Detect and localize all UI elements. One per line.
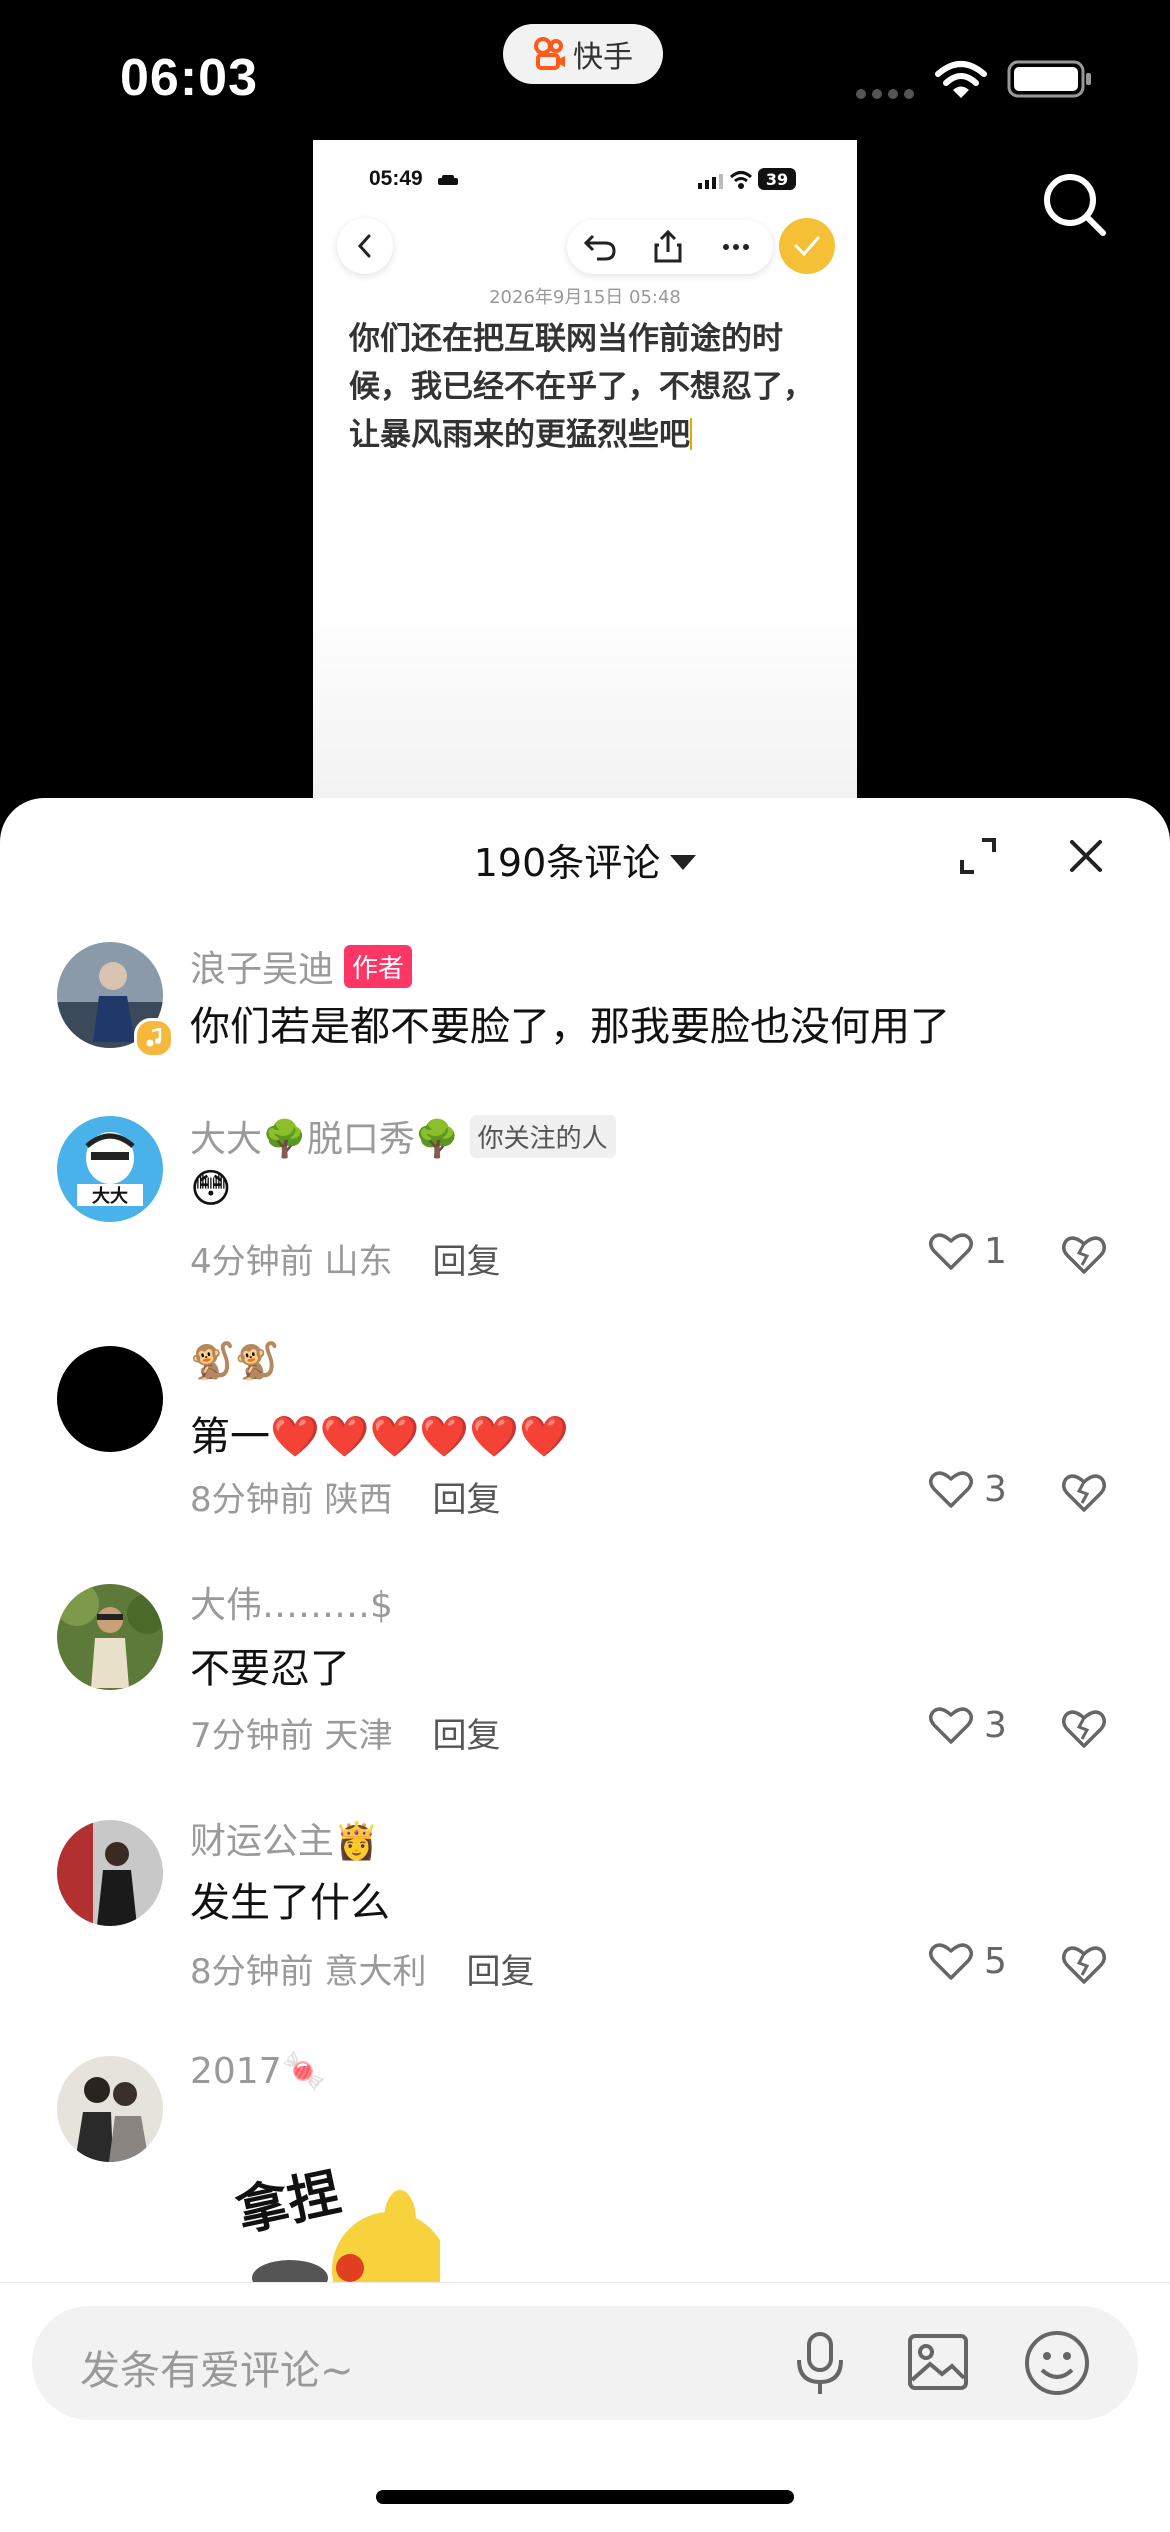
comment-meta: 7分钟前 天津 回复 xyxy=(190,1708,500,1757)
like-count: 3 xyxy=(984,1468,1007,1510)
share-icon[interactable] xyxy=(649,228,687,270)
comment-count-label: 190条评论 xyxy=(473,841,661,885)
comment-username[interactable]: 浪子吴迪 作者 xyxy=(190,940,413,992)
broken-heart-icon[interactable] xyxy=(1060,1706,1108,1750)
broken-heart-icon[interactable] xyxy=(1060,1232,1108,1276)
comment-text: 😳 xyxy=(190,1166,232,1212)
comment-location: 山东 xyxy=(324,1242,393,1282)
like-count: 3 xyxy=(984,1704,1007,1746)
username-text: 浪子吴迪 xyxy=(190,949,335,990)
microphone-icon[interactable] xyxy=(790,2328,850,2402)
reply-button[interactable]: 回复 xyxy=(432,1716,500,1756)
back-arrow-icon xyxy=(357,234,371,258)
check-icon xyxy=(794,236,820,257)
comment-input-placeholder[interactable]: 发条有爱评论~ xyxy=(80,2338,354,2396)
inner-wifi-icon xyxy=(729,170,753,194)
text-cursor xyxy=(690,418,692,450)
emoji-icon[interactable] xyxy=(1022,2328,1092,2402)
inner-status-time: 05:49 xyxy=(369,167,423,190)
more-icon[interactable] xyxy=(717,228,755,270)
like-count: 5 xyxy=(984,1940,1007,1982)
comment-text: 不要忍了 xyxy=(190,1646,350,1692)
like-count: 1 xyxy=(984,1230,1007,1272)
video-frame[interactable]: 05:49 39 2026年9月15日 05:48 你们还在把互联网当作前途的时… xyxy=(313,140,857,800)
inner-battery-icon: 39 xyxy=(758,168,796,190)
sticker-image: 拿捏 xyxy=(230,2150,440,2282)
avatar[interactable]: 大大 xyxy=(57,1116,163,1222)
comment-text: 第一❤️❤️❤️❤️❤️❤️ xyxy=(190,1414,569,1460)
avatar[interactable] xyxy=(57,1820,163,1926)
comment-location: 天津 xyxy=(324,1716,393,1756)
comment-location: 意大利 xyxy=(324,1952,427,1992)
like-button[interactable]: 3 xyxy=(928,1704,1007,1746)
app-indicator-pill[interactable]: 快手 xyxy=(503,24,663,84)
input-bar-divider xyxy=(0,2282,1170,2283)
comment-meta: 4分钟前 山东 回复 xyxy=(190,1234,500,1283)
username-text: 大大🌳脱口秀🌳 xyxy=(190,1119,460,1160)
comment-time: 8分钟前 xyxy=(190,1952,314,1992)
dropdown-triangle-icon xyxy=(670,855,697,870)
broken-heart-icon[interactable] xyxy=(1060,1942,1108,1986)
kuaishou-logo-icon xyxy=(534,37,565,70)
home-indicator[interactable] xyxy=(376,2490,794,2504)
search-icon[interactable] xyxy=(1040,170,1110,240)
comment-meta: 8分钟前 意大利 回复 xyxy=(190,1944,534,1993)
like-button[interactable]: 5 xyxy=(928,1940,1007,1982)
reply-button[interactable]: 回复 xyxy=(432,1480,500,1520)
comment-location: 陕西 xyxy=(324,1480,393,1520)
inner-signal-icon xyxy=(697,173,723,193)
comment-time: 4分钟前 xyxy=(190,1242,314,1282)
comment-username[interactable]: 大伟………$ xyxy=(190,1576,393,1628)
comment-sheet xyxy=(0,798,1170,2532)
comment-username[interactable]: 大大🌳脱口秀🌳 你关注的人 xyxy=(190,1110,616,1162)
note-text: 你们还在把互联网当作前途的时候，我已经不在乎了，不想忍了，让暴风雨来的更猛烈些吧 xyxy=(349,321,814,453)
expand-icon[interactable] xyxy=(958,836,998,880)
like-button[interactable]: 1 xyxy=(928,1230,1007,1272)
inner-back-button[interactable] xyxy=(337,218,393,274)
status-time: 06:03 xyxy=(120,49,258,107)
avatar[interactable] xyxy=(57,1346,163,1452)
undo-icon[interactable] xyxy=(581,228,619,270)
heart-icon xyxy=(929,1943,973,1980)
comment-username[interactable]: 财运公主👸 xyxy=(190,1812,379,1864)
inner-battery-level: 39 xyxy=(765,169,789,189)
comment-text: 你们若是都不要脸了，那我要脸也没何用了 xyxy=(190,1004,950,1050)
sticker-text: 拿捏 xyxy=(231,2163,345,2243)
reply-button[interactable]: 回复 xyxy=(432,1242,500,1282)
note-body[interactable]: 你们还在把互联网当作前途的时候，我已经不在乎了，不想忍了，让暴风雨来的更猛烈些吧 xyxy=(349,315,829,459)
note-date: 2026年9月15日 05:48 xyxy=(489,287,681,308)
inner-done-button[interactable] xyxy=(779,218,835,274)
wifi-icon xyxy=(935,60,987,104)
comment-username[interactable]: 🐒🐒 xyxy=(190,1340,280,1382)
comment-meta: 8分钟前 陕西 回复 xyxy=(190,1472,500,1521)
battery-icon xyxy=(1007,60,1093,102)
author-badge: 作者 xyxy=(344,945,413,988)
broken-heart-icon[interactable] xyxy=(1060,1470,1108,1514)
comment-username[interactable]: 2017🍬 xyxy=(190,2050,326,2092)
heart-icon xyxy=(929,1471,973,1508)
heart-icon xyxy=(929,1707,973,1744)
heart-icon xyxy=(929,1233,973,1270)
music-note-icon xyxy=(134,1018,174,1058)
app-name-label: 快手 xyxy=(573,40,633,75)
avatar[interactable] xyxy=(57,2056,163,2162)
image-icon[interactable] xyxy=(906,2330,970,2398)
cellular-signal-icon xyxy=(855,86,919,105)
following-badge: 你关注的人 xyxy=(469,1115,616,1158)
inner-car-icon xyxy=(437,173,459,192)
reply-button[interactable]: 回复 xyxy=(466,1952,534,1992)
svg-text:大大: 大大 xyxy=(92,1185,128,1207)
comment-time: 8分钟前 xyxy=(190,1480,314,1520)
like-button[interactable]: 3 xyxy=(928,1468,1007,1510)
close-icon[interactable] xyxy=(1068,838,1104,878)
comment-text: 发生了什么 xyxy=(190,1880,390,1926)
comment-time: 7分钟前 xyxy=(190,1716,314,1756)
avatar[interactable] xyxy=(57,1584,163,1690)
